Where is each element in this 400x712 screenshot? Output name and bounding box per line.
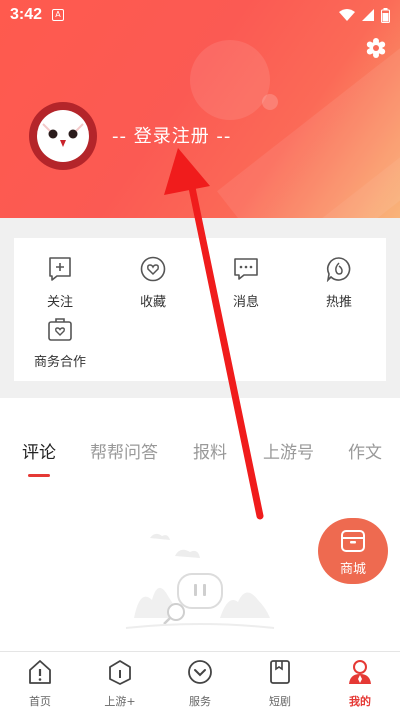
- bottom-navigation: 首页 上游+ 服务 短剧 我的: [0, 651, 400, 712]
- settings-icon[interactable]: [366, 38, 386, 58]
- action-message[interactable]: 消息: [211, 256, 281, 310]
- avatar-face: [37, 110, 89, 162]
- action-hot-push[interactable]: 热推: [304, 256, 374, 310]
- nav-label: 服务: [189, 695, 211, 708]
- signal-icon: [362, 9, 374, 21]
- nav-service[interactable]: 服务: [170, 658, 230, 709]
- battery-icon: [381, 7, 390, 23]
- profile-header: 3:42 A -- 登录注册 --: [0, 0, 400, 218]
- app-notification-icon: A: [52, 9, 65, 21]
- nav-label: 上游+: [104, 695, 136, 708]
- action-label: 消息: [232, 295, 259, 310]
- nav-label: 首页: [29, 695, 51, 708]
- mascot-face-icon: [42, 123, 84, 147]
- nav-upstream-plus[interactable]: 上游+: [90, 658, 150, 709]
- action-label: 关注: [46, 295, 73, 310]
- empty-state-illustration: [125, 533, 275, 629]
- wifi-icon: [339, 9, 355, 21]
- quick-actions-section: 关注 收藏 消息 热推 商务合作: [0, 218, 400, 398]
- action-label: 商务合作: [33, 355, 86, 370]
- status-bar: 3:42 A: [0, 0, 400, 30]
- mall-label: 商城: [339, 562, 366, 577]
- status-time: 3:42: [10, 6, 43, 23]
- avatar[interactable]: [29, 102, 97, 170]
- login-register-link[interactable]: -- 登录注册 --: [112, 122, 231, 148]
- action-label: 收藏: [139, 295, 166, 310]
- hot-push-icon: [326, 257, 351, 283]
- active-tab-indicator: [28, 474, 50, 477]
- action-follow[interactable]: 关注: [25, 256, 95, 310]
- action-favorite[interactable]: 收藏: [118, 256, 188, 310]
- tab-upstream-account[interactable]: 上游号: [263, 438, 314, 463]
- tab-comments[interactable]: 评论: [22, 438, 56, 463]
- status-indicators: [339, 7, 390, 23]
- tab-qa[interactable]: 帮帮问答: [90, 438, 158, 463]
- profile-icon: [349, 660, 371, 684]
- tab-essay[interactable]: 作文: [348, 438, 382, 463]
- nav-label: 我的: [349, 695, 371, 708]
- decor-dot: [262, 94, 278, 110]
- upstream-plus-icon: [109, 660, 131, 685]
- nav-short-drama[interactable]: 短剧: [250, 658, 310, 709]
- store-box-icon: [341, 530, 365, 552]
- message-icon: [234, 258, 258, 280]
- service-icon: [188, 660, 212, 684]
- decor-circle: [190, 40, 270, 120]
- nav-mine[interactable]: 我的: [330, 658, 390, 709]
- nav-home[interactable]: 首页: [10, 658, 70, 709]
- action-label: 热推: [325, 295, 352, 310]
- short-drama-icon: [270, 660, 290, 684]
- home-icon: [29, 660, 51, 684]
- nav-label: 短剧: [269, 695, 291, 708]
- follow-icon: [49, 257, 71, 281]
- favorite-icon: [140, 256, 166, 282]
- mall-floating-button[interactable]: 商城: [318, 518, 388, 584]
- quick-actions-card: 关注 收藏 消息 热推 商务合作: [14, 238, 386, 381]
- business-icon: [48, 318, 72, 341]
- tab-tips[interactable]: 报料: [193, 438, 227, 463]
- action-business[interactable]: 商务合作: [25, 316, 95, 370]
